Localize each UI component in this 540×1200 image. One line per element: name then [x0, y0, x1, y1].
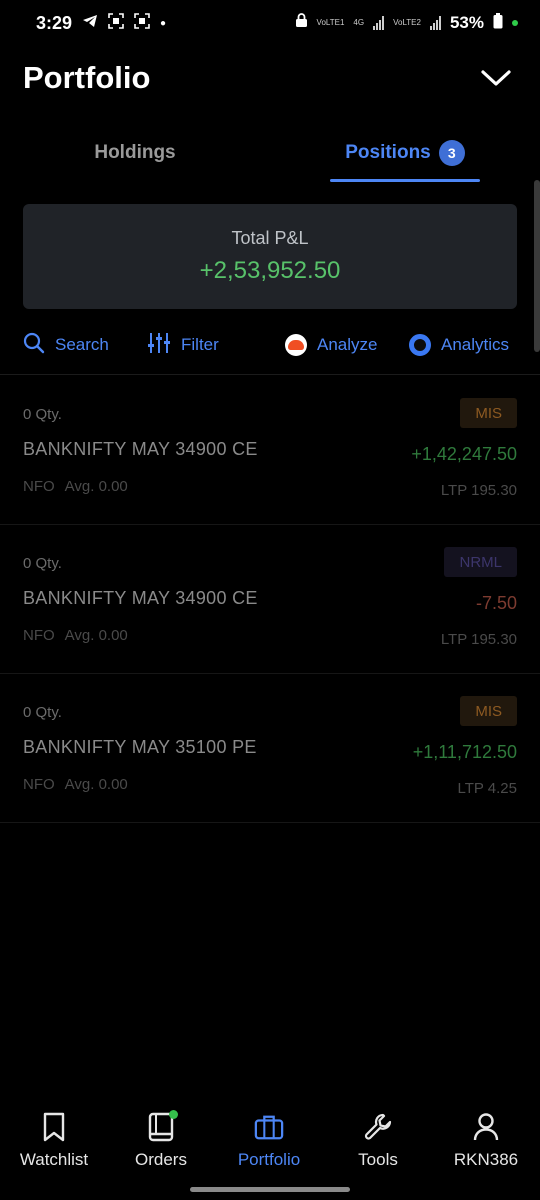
battery-level: 53% — [449, 13, 484, 32]
positions-list: 0 Qty. BANKNIFTY MAY 34900 CE NFO Avg. 0.… — [0, 376, 540, 823]
search-icon — [23, 332, 45, 359]
analytics-button[interactable]: Analytics — [409, 326, 509, 364]
user-icon — [471, 1110, 501, 1144]
position-qty: 0 Qty. — [23, 555, 62, 572]
battery-icon — [493, 12, 503, 34]
position-symbol: BANKNIFTY MAY 34900 CE — [23, 588, 258, 608]
notification-dot-icon: ● — [160, 17, 167, 29]
position-pnl: +1,42,247.50 — [411, 444, 517, 464]
home-indicator[interactable] — [190, 1187, 350, 1192]
analytics-icon — [409, 334, 431, 356]
tab-positions[interactable]: Positions 3 — [330, 124, 480, 182]
filter-icon — [147, 332, 171, 359]
orders-notification-dot — [169, 1110, 178, 1119]
search-button[interactable]: Search — [23, 326, 109, 364]
wrench-icon — [363, 1110, 393, 1144]
book-icon — [146, 1110, 178, 1144]
search-label: Search — [55, 335, 109, 354]
page-title: Portfolio — [23, 60, 151, 95]
nav-watchlist-label: Watchlist — [19, 1150, 89, 1169]
position-ltp: LTP 4.25 — [457, 780, 518, 797]
total-pnl-value: +2,53,952.50 — [199, 257, 341, 284]
position-pnl: -7.50 — [475, 593, 517, 613]
green-dot-icon — [512, 20, 518, 26]
position-row[interactable]: 0 Qty. BANKNIFTY MAY 34900 CE NFO Avg. 0.… — [0, 525, 540, 674]
positions-toolbar: Search Filter Analyze Analytics — [23, 326, 523, 364]
position-ltp: LTP 195.30 — [440, 482, 517, 499]
scrollbar[interactable] — [534, 180, 540, 352]
nav-portfolio-label: Portfolio — [237, 1150, 301, 1169]
filter-button[interactable]: Filter — [147, 326, 219, 364]
tab-holdings[interactable]: Holdings — [40, 124, 230, 182]
screenshot-icon — [108, 12, 124, 34]
bottom-nav: Watchlist Orders Portfolio Tools RKN386 — [0, 1100, 540, 1180]
position-exchange: NFO Avg. 0.00 — [23, 478, 128, 495]
position-exchange: NFO Avg. 0.00 — [23, 776, 128, 793]
position-exchange: NFO Avg. 0.00 — [23, 627, 128, 644]
bookmark-icon — [39, 1110, 69, 1144]
nav-tools-label: Tools — [358, 1150, 398, 1169]
position-row[interactable]: 0 Qty. BANKNIFTY MAY 35100 PE NFO Avg. 0.… — [0, 674, 540, 823]
network-label-3: VoLTE2 — [393, 18, 421, 27]
analytics-label: Analytics — [441, 335, 510, 354]
lock-icon — [295, 13, 308, 33]
position-symbol: BANKNIFTY MAY 34900 CE — [23, 439, 258, 459]
nav-account[interactable]: RKN386 — [432, 1100, 540, 1180]
divider — [0, 374, 540, 375]
filter-label: Filter — [181, 335, 219, 354]
status-time: 3:29 — [36, 12, 73, 33]
network-label-1: VoLTE1 — [316, 18, 345, 27]
screenshot-icon-2 — [134, 12, 150, 34]
position-qty: 0 Qty. — [23, 704, 62, 721]
analyze-label: Analyze — [317, 335, 378, 354]
tab-bar: Holdings Positions 3 — [0, 124, 540, 182]
position-qty: 0 Qty. — [23, 406, 62, 423]
telegram-icon — [82, 13, 98, 33]
position-avg: Avg. 0.00 — [64, 776, 128, 793]
total-pnl-card: Total P&L +2,53,952.50 — [23, 204, 517, 309]
total-pnl-label: Total P&L — [231, 228, 309, 248]
position-pnl: +1,11,712.50 — [412, 742, 517, 762]
nav-orders-label: Orders — [135, 1150, 187, 1169]
nav-tools[interactable]: Tools — [324, 1100, 432, 1180]
position-avg: Avg. 0.00 — [64, 627, 128, 644]
analyze-icon — [285, 334, 307, 356]
signal-icon-1 — [373, 16, 385, 30]
signal-icon-2 — [429, 16, 441, 30]
position-row[interactable]: 0 Qty. BANKNIFTY MAY 34900 CE NFO Avg. 0.… — [0, 376, 540, 525]
active-tab-indicator — [330, 179, 480, 182]
header: Portfolio — [23, 56, 512, 100]
position-ltp: LTP 195.30 — [440, 631, 517, 648]
nav-account-label: RKN386 — [453, 1150, 519, 1169]
position-avg: Avg. 0.00 — [64, 478, 128, 495]
tab-positions-label: Positions — [345, 142, 431, 163]
position-exchange-label: NFO — [23, 478, 55, 495]
nav-portfolio[interactable]: Portfolio — [215, 1100, 323, 1180]
position-exchange-label: NFO — [23, 627, 55, 644]
product-badge: NRML — [444, 547, 517, 577]
network-label-2: 4G — [353, 18, 365, 27]
product-badge: MIS — [460, 398, 517, 428]
tab-holdings-label: Holdings — [94, 142, 176, 163]
position-symbol: BANKNIFTY MAY 35100 PE — [23, 737, 257, 757]
position-exchange-label: NFO — [23, 776, 55, 793]
briefcase-icon — [254, 1110, 284, 1144]
analyze-button[interactable]: Analyze — [285, 326, 377, 364]
chevron-down-icon[interactable] — [480, 62, 512, 94]
nav-watchlist[interactable]: Watchlist — [0, 1100, 108, 1180]
status-bar: 3:29 ● VoLTE1 4G VoLTE2 53% — [0, 0, 540, 46]
nav-orders[interactable]: Orders — [107, 1100, 215, 1180]
product-badge: MIS — [460, 696, 517, 726]
positions-count-badge: 3 — [438, 140, 465, 166]
